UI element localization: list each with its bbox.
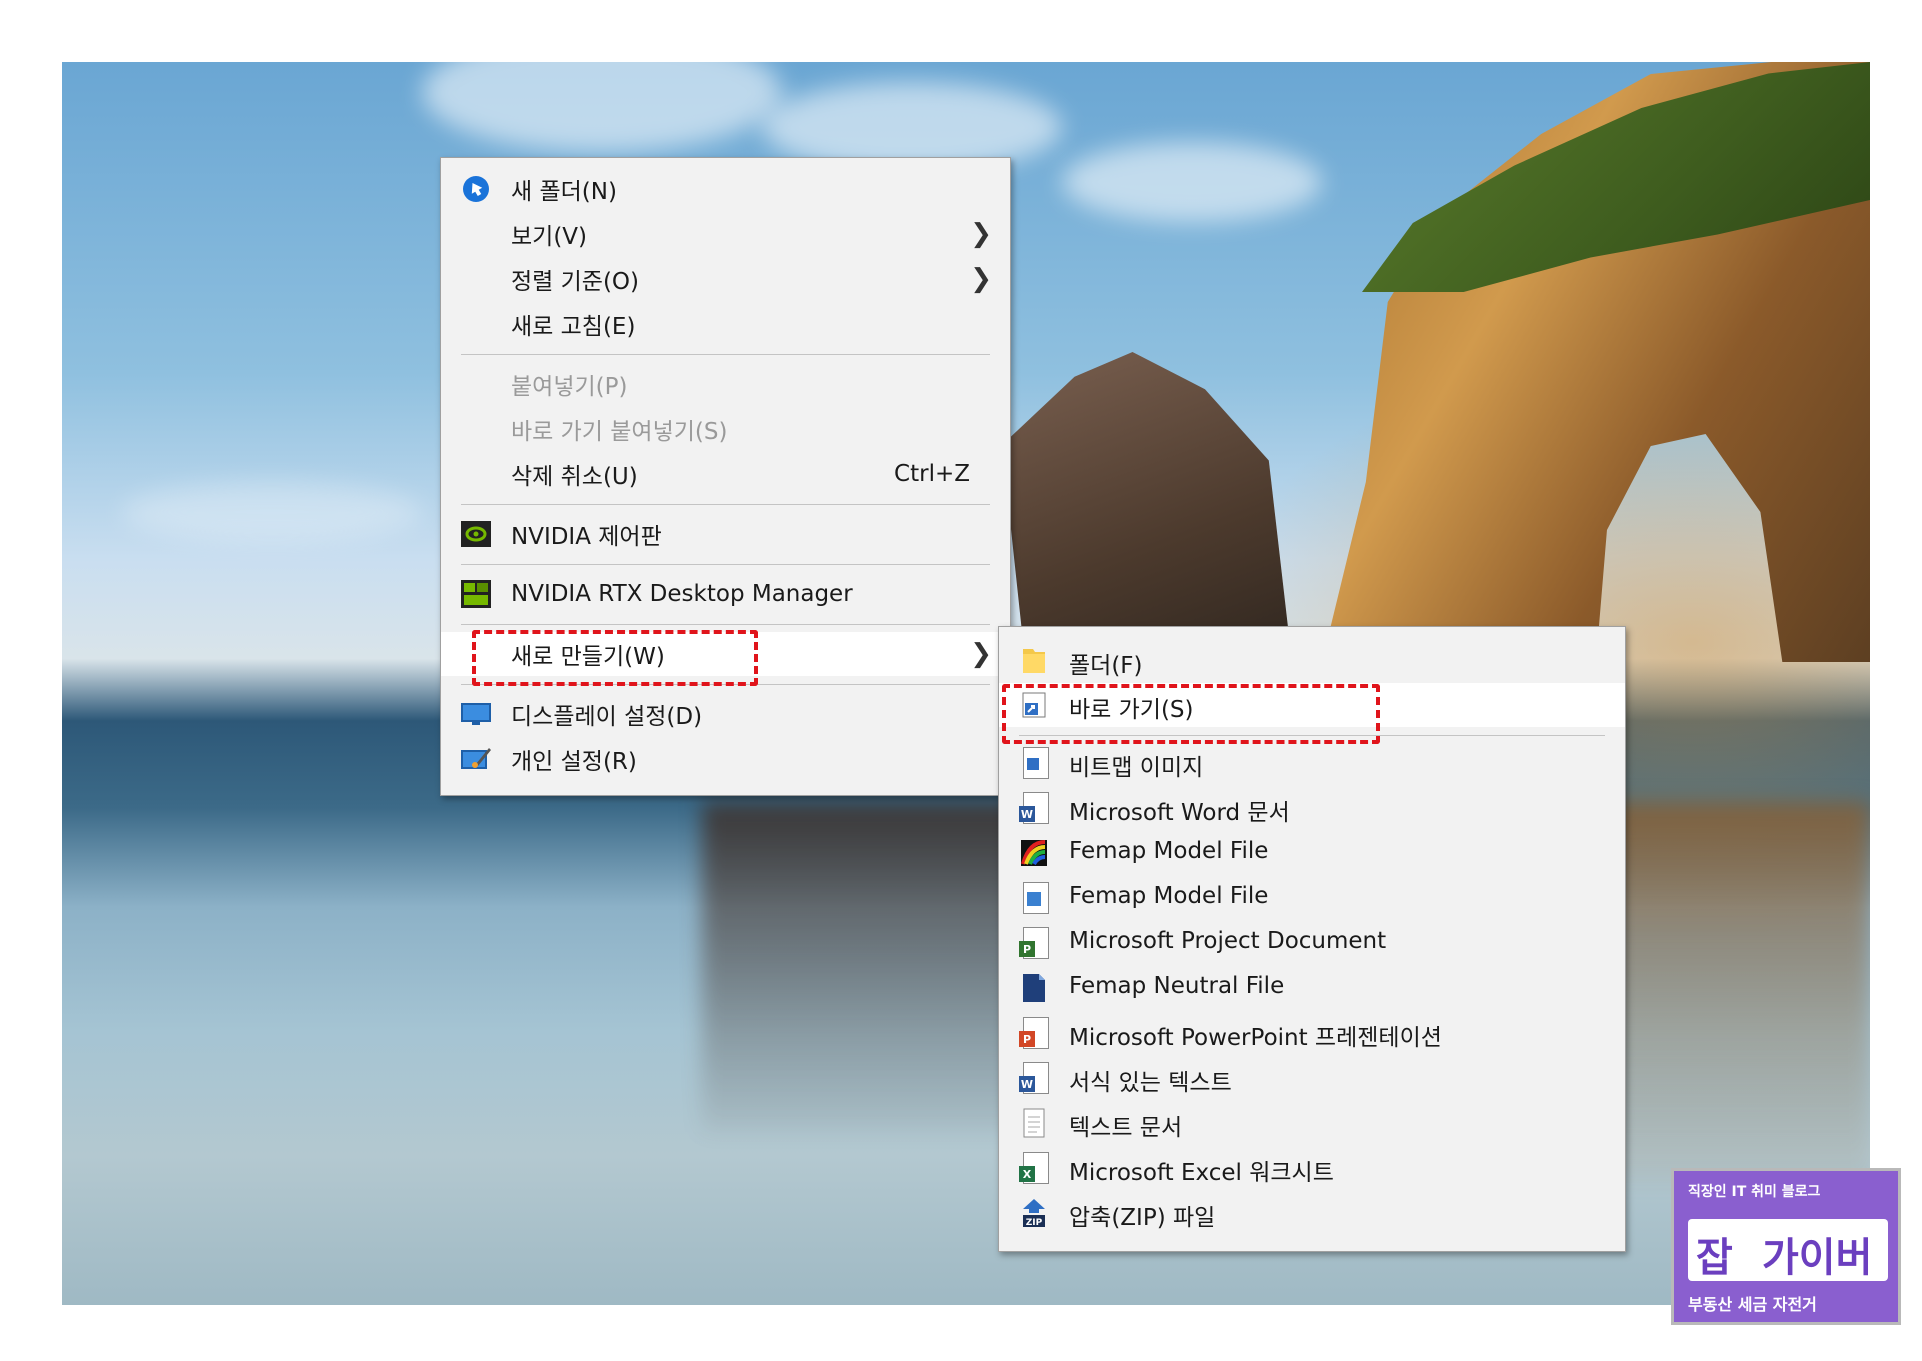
- chevron-right-icon: ❯: [970, 219, 992, 249]
- submenu-item-label: 압축(ZIP) 파일: [1069, 1205, 1216, 1231]
- chevron-right-icon: ❯: [970, 639, 992, 669]
- menu-item-display-settings[interactable]: 디스플레이 설정(D): [441, 692, 1010, 736]
- menu-item-view[interactable]: 보기(V) ❯: [441, 212, 1010, 256]
- desktop-context-menu: 새 폴더(N) 보기(V) ❯ 정렬 기준(O) ❯ 새로 고침(E) 붙여넣기…: [440, 157, 1011, 796]
- menu-item-label: 디스플레이 설정(D): [511, 704, 703, 730]
- annotation-highlight-new: [472, 630, 758, 686]
- menu-item-label: NVIDIA 제어판: [511, 524, 662, 550]
- watermark-bottom-text: 부동산 세금 자전거: [1688, 1295, 1817, 1314]
- cloud: [122, 482, 422, 542]
- submenu-item-zip[interactable]: ZIP 압축(ZIP) 파일: [999, 1191, 1625, 1235]
- menu-separator: [461, 564, 990, 565]
- menu-item-label: 보기(V): [511, 224, 588, 250]
- submenu-item-folder[interactable]: 폴더(F): [999, 639, 1625, 683]
- powerpoint-icon: P: [1019, 1017, 1049, 1049]
- excel-icon: X: [1019, 1152, 1049, 1184]
- rich-text-icon: W: [1019, 1062, 1049, 1094]
- menu-item-undo-delete[interactable]: 삭제 취소(U) Ctrl+Z: [441, 452, 1010, 496]
- watermark-logo-b: 가이버: [1762, 1235, 1873, 1281]
- menu-separator: [461, 504, 990, 505]
- menu-item-label: 개인 설정(R): [511, 749, 637, 775]
- watermark-logo-box: 잡 가이버: [1688, 1219, 1888, 1281]
- menu-item-label: 붙여넣기(P): [511, 374, 628, 400]
- nvidia-rtx-icon: [461, 579, 491, 609]
- menu-item-new-folder[interactable]: 새 폴더(N): [441, 167, 1010, 211]
- menu-item-label: 정렬 기준(O): [511, 269, 640, 295]
- femap-color-icon: [1019, 837, 1049, 869]
- menu-item-nvidia-rtx-desktop-manager[interactable]: NVIDIA RTX Desktop Manager: [441, 572, 1010, 616]
- submenu-item-femap-model-file[interactable]: Femap Model File: [999, 876, 1625, 920]
- folder-icon: [1019, 645, 1049, 677]
- menu-item-label: 새로 고침(E): [511, 314, 636, 340]
- svg-text:ZIP: ZIP: [1026, 1218, 1043, 1228]
- menu-item-label: 바로 가기 붙여넣기(S): [511, 419, 728, 445]
- annotation-highlight-shortcut: [1002, 684, 1380, 744]
- submenu-item-powerpoint[interactable]: P Microsoft PowerPoint 프레젠테이션: [999, 1011, 1625, 1055]
- new-folder-icon: [461, 174, 491, 204]
- submenu-item-text-document[interactable]: 텍스트 문서: [999, 1101, 1625, 1145]
- cloud: [422, 62, 782, 152]
- menu-item-nvidia-control-panel[interactable]: NVIDIA 제어판: [441, 512, 1010, 556]
- cloud: [1062, 142, 1322, 222]
- menu-item-paste: 붙여넣기(P): [441, 362, 1010, 406]
- femap-neutral-icon: [1019, 972, 1049, 1004]
- femap-file-icon: [1019, 882, 1049, 914]
- menu-item-label: 삭제 취소(U): [511, 464, 638, 490]
- submenu-item-label: 텍스트 문서: [1069, 1115, 1183, 1141]
- display-icon: [461, 699, 491, 729]
- submenu-item-label: Femap Neutral File: [1069, 973, 1285, 999]
- menu-item-paste-shortcut: 바로 가기 붙여넣기(S): [441, 407, 1010, 451]
- chevron-right-icon: ❯: [970, 264, 992, 294]
- submenu-item-label: 비트맵 이미지: [1069, 755, 1204, 781]
- menu-separator: [461, 624, 990, 625]
- submenu-item-label: Microsoft Project Document: [1069, 928, 1387, 954]
- sea-stack-rock: [1002, 352, 1292, 662]
- menu-item-personalize[interactable]: 개인 설정(R): [441, 737, 1010, 781]
- word-icon: W: [1019, 792, 1049, 824]
- submenu-item-label: Femap Model File: [1069, 838, 1269, 864]
- zip-icon: ZIP: [1019, 1197, 1049, 1229]
- personalize-icon: [461, 744, 491, 774]
- submenu-item-femap-neutral[interactable]: Femap Neutral File: [999, 966, 1625, 1010]
- bitmap-icon: [1019, 747, 1049, 779]
- nvidia-icon: [461, 519, 491, 549]
- submenu-item-rich-text[interactable]: W 서식 있는 텍스트: [999, 1056, 1625, 1100]
- text-document-icon: [1019, 1107, 1049, 1139]
- watermark-top-text: 직장인 IT 취미 블로그: [1688, 1184, 1821, 1200]
- menu-separator: [461, 354, 990, 355]
- submenu-item-bitmap[interactable]: 비트맵 이미지: [999, 741, 1625, 785]
- menu-item-label: 새 폴더(N): [511, 179, 617, 205]
- submenu-item-label: 폴더(F): [1069, 653, 1143, 679]
- submenu-item-excel[interactable]: X Microsoft Excel 워크시트: [999, 1146, 1625, 1190]
- menu-item-sort-by[interactable]: 정렬 기준(O) ❯: [441, 257, 1010, 301]
- submenu-item-label: Microsoft Word 문서: [1069, 800, 1290, 826]
- menu-item-refresh[interactable]: 새로 고침(E): [441, 302, 1010, 346]
- watermark-logo-a: 잡: [1696, 1235, 1733, 1281]
- submenu-item-label: 서식 있는 텍스트: [1069, 1070, 1232, 1096]
- shortcut-key: Ctrl+Z: [894, 461, 970, 487]
- submenu-item-project[interactable]: P Microsoft Project Document: [999, 921, 1625, 965]
- submenu-item-word[interactable]: W Microsoft Word 문서: [999, 786, 1625, 830]
- submenu-item-femap-model[interactable]: Femap Model File: [999, 831, 1625, 875]
- submenu-item-label: Microsoft Excel 워크시트: [1069, 1160, 1334, 1186]
- submenu-item-label: Microsoft PowerPoint 프레젠테이션: [1069, 1025, 1442, 1051]
- menu-item-label: NVIDIA RTX Desktop Manager: [511, 581, 853, 607]
- blog-watermark-logo: 직장인 IT 취미 블로그 잡 가이버 부동산 세금 자전거: [1671, 1168, 1901, 1325]
- submenu-item-label: Femap Model File: [1069, 883, 1269, 909]
- project-icon: P: [1019, 927, 1049, 959]
